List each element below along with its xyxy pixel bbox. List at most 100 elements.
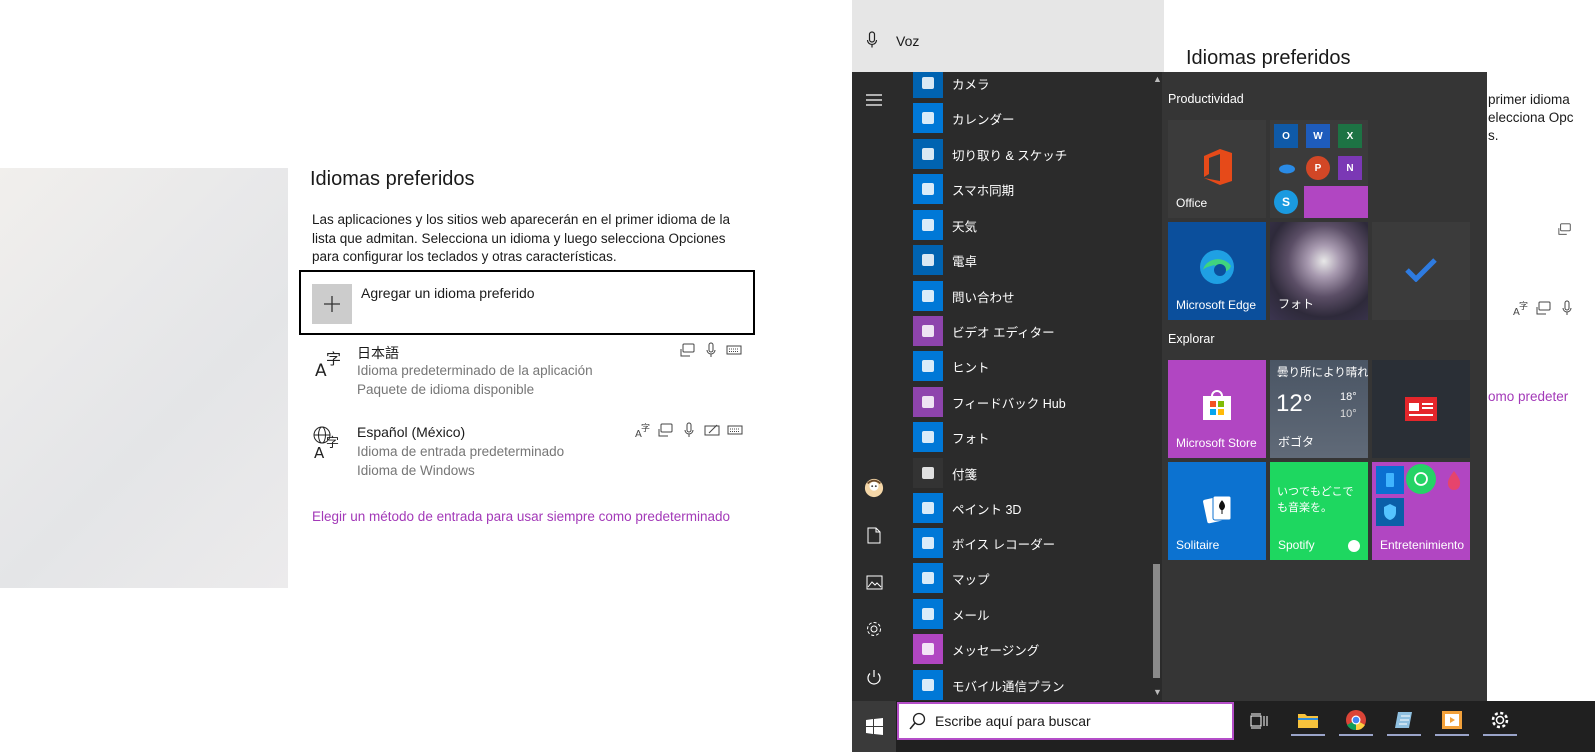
- tile-solitaire[interactable]: Solitaire: [1168, 462, 1266, 560]
- app-list-item[interactable]: 電卓: [913, 244, 977, 276]
- language-item-spanish[interactable]: A字 Español (México) Idioma de entrada pr…: [300, 421, 755, 485]
- behind-link[interactable]: omo predeter: [1488, 389, 1568, 404]
- tile-office[interactable]: Office: [1168, 120, 1266, 218]
- onedrive-icon: [1274, 156, 1298, 180]
- keyboard-icon: [725, 342, 743, 358]
- tile-office-apps-folder[interactable]: O W X P N S: [1270, 120, 1368, 218]
- scroll-down-icon[interactable]: ▼: [1153, 687, 1162, 697]
- user-avatar[interactable]: [864, 478, 884, 498]
- app-list-item[interactable]: カレンダー: [913, 102, 1015, 134]
- tile-news[interactable]: [1372, 360, 1470, 458]
- app-list-item[interactable]: メール: [913, 598, 990, 630]
- maps-icon: [913, 563, 943, 593]
- app-label: ビデオ エディター: [952, 325, 1055, 340]
- add-language-button[interactable]: Agregar un idioma preferido: [299, 270, 755, 335]
- app-label: 付箋: [952, 467, 978, 482]
- app-list-scrollbar[interactable]: ▲ ▼: [1151, 72, 1162, 701]
- tile-label: フォト: [1278, 297, 1315, 311]
- language-item-japanese[interactable]: A字 日本語 Idioma predeterminado de la aplic…: [300, 340, 755, 404]
- start-button[interactable]: [852, 701, 896, 752]
- app-list-item[interactable]: マップ: [913, 562, 990, 594]
- app-list-item[interactable]: 付箋: [913, 457, 977, 489]
- app-list-item[interactable]: フィードバック Hub: [913, 386, 1066, 418]
- app-list-item[interactable]: ボイス レコーダー: [913, 527, 1055, 559]
- taskbar-search-box[interactable]: Escribe aquí para buscar: [897, 702, 1234, 740]
- language-features: A字: [634, 422, 744, 438]
- scrollbar-thumb[interactable]: [1153, 564, 1160, 678]
- folder-accent: [1304, 186, 1368, 218]
- microphone-icon: [866, 31, 878, 49]
- language-icon: A字: [314, 348, 346, 380]
- tile-label: Microsoft Edge: [1176, 298, 1257, 312]
- app-list-item[interactable]: ヒント: [913, 350, 990, 382]
- hamburger-menu-icon[interactable]: [864, 90, 884, 110]
- tile-entertainment-folder[interactable]: Entretenimiento: [1372, 462, 1470, 560]
- tile-photos[interactable]: フォト: [1270, 222, 1368, 320]
- language-detail-2: Paquete de idioma disponible: [357, 382, 535, 397]
- page-title: Idiomas preferidos: [310, 168, 475, 190]
- app-list-item[interactable]: カメラ: [913, 72, 990, 99]
- group-title-explore: Explorar: [1168, 332, 1215, 346]
- svg-text:字: 字: [326, 350, 341, 368]
- app-list-item[interactable]: フォト: [913, 421, 990, 453]
- tile-microsoft-edge[interactable]: Microsoft Edge: [1168, 222, 1266, 320]
- search-placeholder: Escribe aquí para buscar: [935, 713, 1091, 729]
- powerpoint-icon: P: [1306, 156, 1330, 180]
- scroll-up-icon[interactable]: ▲: [1153, 74, 1162, 84]
- tile-label: Microsoft Store: [1176, 436, 1257, 450]
- media-player-icon[interactable]: [1435, 706, 1469, 736]
- app-list-item[interactable]: モバイル通信プラン: [913, 669, 1065, 701]
- weather-high: 18°: [1340, 391, 1357, 403]
- app-list-item[interactable]: ペイント 3D: [913, 492, 1021, 524]
- outlook-icon: O: [1274, 124, 1298, 148]
- app-list-item[interactable]: メッセージング: [913, 633, 1039, 665]
- tile-todo[interactable]: [1372, 222, 1470, 320]
- app-label: マップ: [952, 572, 990, 587]
- svg-text:字: 字: [326, 436, 339, 451]
- tips-icon: [913, 351, 943, 381]
- microphone-icon: [680, 422, 698, 438]
- default-input-method-link[interactable]: Elegir un método de entrada para usar si…: [312, 509, 730, 524]
- app-list-item[interactable]: 問い合わせ: [913, 280, 1015, 312]
- microphone-icon: [1558, 300, 1576, 316]
- tile-label: Office: [1176, 196, 1208, 210]
- settings-gear-icon[interactable]: [864, 619, 884, 639]
- power-icon[interactable]: [864, 667, 884, 687]
- language-detail-2: Idioma de Windows: [357, 463, 475, 478]
- tile-microsoft-store[interactable]: Microsoft Store: [1168, 360, 1266, 458]
- app-list-item[interactable]: 切り取り & スケッチ: [913, 138, 1067, 170]
- app-label: 電卓: [952, 254, 978, 269]
- tile-spotify[interactable]: いつでもどこでも音楽を。 Spotify: [1270, 462, 1368, 560]
- shield-app-icon: [1376, 498, 1404, 526]
- documents-icon[interactable]: [864, 525, 884, 545]
- calculator-icon: [913, 245, 943, 275]
- app-label: フィードバック Hub: [952, 396, 1066, 411]
- pictures-icon[interactable]: [864, 572, 884, 592]
- chrome-icon[interactable]: [1339, 706, 1373, 736]
- speech-icon: [1535, 300, 1553, 316]
- tile-weather[interactable]: 曇り所により晴れ 12° 18° 10° ボゴタ: [1270, 360, 1368, 458]
- help-icon: [913, 281, 943, 311]
- app-label: 切り取り & スケッチ: [952, 148, 1068, 163]
- phone-link-icon: [913, 174, 943, 204]
- store-bag-icon: [1200, 388, 1234, 422]
- windows-logo-icon: [865, 718, 883, 735]
- app-list-item[interactable]: ビデオ エディター: [913, 315, 1055, 347]
- behind-text: elecciona Opc: [1488, 110, 1574, 125]
- task-view-icon[interactable]: [1242, 706, 1276, 736]
- checkmark-icon: [1404, 256, 1438, 282]
- display-language-icon: A字: [1512, 300, 1530, 316]
- app-list-item[interactable]: スマホ同期: [913, 173, 1014, 205]
- app-list-item[interactable]: 天気: [913, 209, 977, 241]
- plus-icon: [312, 284, 352, 324]
- weather-city: ボゴタ: [1278, 435, 1315, 449]
- notes-app-icon[interactable]: [1387, 706, 1421, 736]
- spotify-text: いつでもどこでも音楽を。: [1277, 486, 1354, 514]
- settings-gear-taskbar-icon[interactable]: [1483, 706, 1517, 736]
- file-explorer-icon[interactable]: [1291, 706, 1325, 736]
- app-label: カレンダー: [952, 112, 1015, 127]
- camera-icon: [913, 72, 943, 98]
- app-label: 天気: [952, 219, 978, 234]
- nav-item-voice[interactable]: Voz: [896, 33, 919, 49]
- handwriting-icon: [703, 422, 721, 438]
